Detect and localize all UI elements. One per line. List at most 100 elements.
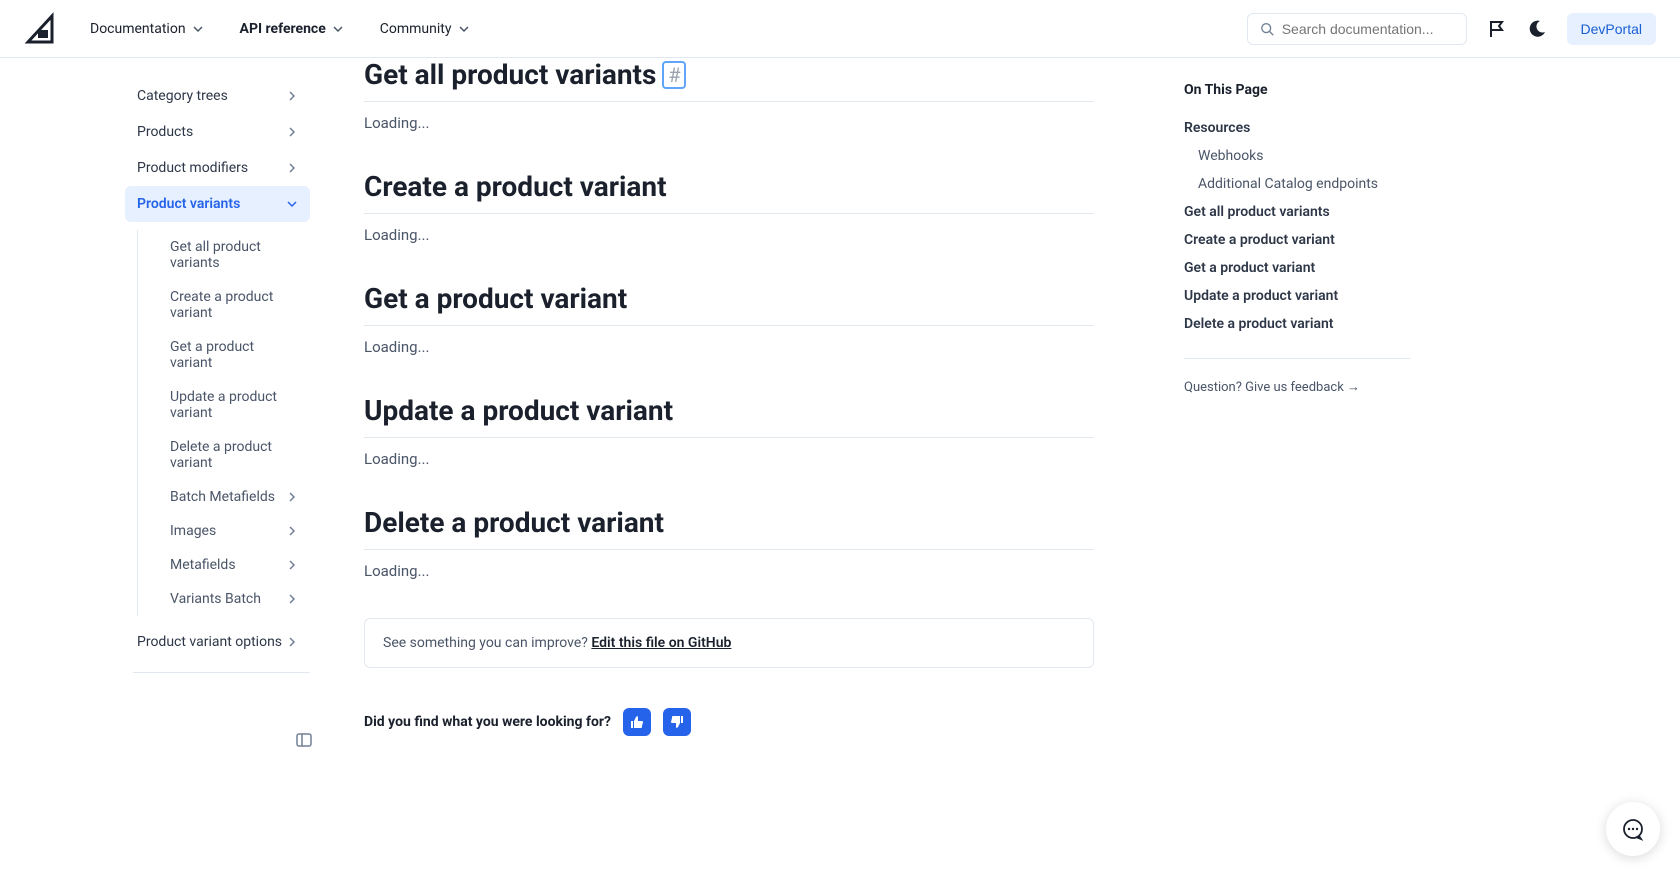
collapse-sidebar-button[interactable]: [296, 732, 312, 752]
chat-icon: [1621, 817, 1645, 841]
main-content: Get all product variants # Loading... Cr…: [324, 58, 1134, 766]
section-heading: Update a product variant: [364, 394, 1094, 438]
toc-item-delete[interactable]: Delete a product variant: [1184, 310, 1410, 338]
section-title: Update a product variant: [364, 394, 673, 427]
sidebar-subitem-metafields[interactable]: Metafields: [158, 548, 310, 582]
nav-documentation-label: Documentation: [90, 21, 186, 37]
sidebar-item-product-variants[interactable]: Product variants: [125, 186, 310, 222]
thumbs-down-button[interactable]: [663, 708, 691, 736]
toc-item-resources[interactable]: Resources: [1184, 114, 1410, 142]
toc-item-additional-endpoints[interactable]: Additional Catalog endpoints: [1184, 170, 1410, 198]
section-get-all: Get all product variants # Loading...: [364, 58, 1094, 132]
toc-item-webhooks[interactable]: Webhooks: [1184, 142, 1410, 170]
sidebar-subitem-label: Get a product variant: [170, 339, 298, 371]
sidebar-subitem-update[interactable]: Update a product variant: [158, 380, 310, 430]
chevron-down-icon: [192, 23, 204, 35]
sidebar-item-variant-options[interactable]: Product variant options: [125, 624, 310, 660]
anchor-link[interactable]: #: [662, 61, 686, 89]
sidebar-item-products[interactable]: Products: [125, 114, 310, 150]
sidebar-subitem-label: Create a product variant: [170, 289, 298, 321]
chevron-right-icon: [286, 636, 298, 648]
flag-icon: [1487, 19, 1507, 39]
sidebar-item-product-modifiers[interactable]: Product modifiers: [125, 150, 310, 186]
sidebar-item-label: Products: [137, 124, 193, 140]
toc-item-get[interactable]: Get a product variant: [1184, 254, 1410, 282]
chevron-right-icon: [286, 525, 298, 537]
panel-collapse-icon: [296, 732, 312, 748]
section-delete: Delete a product variant Loading...: [364, 506, 1094, 580]
chevron-right-icon: [286, 162, 298, 174]
section-title: Get a product variant: [364, 282, 627, 315]
chat-bubble-button[interactable]: [1606, 802, 1660, 856]
nav-community-label: Community: [380, 21, 452, 37]
sidebar-subitem-batch-metafields[interactable]: Batch Metafields: [158, 480, 310, 514]
toc-divider: [1184, 358, 1410, 359]
feedback-row: Did you find what you were looking for?: [364, 708, 1094, 766]
sidebar-subitem-label: Update a product variant: [170, 389, 298, 421]
edit-prompt-text: See something you can improve?: [383, 635, 591, 651]
logo-icon: [24, 12, 58, 46]
sidebar-subitem-create[interactable]: Create a product variant: [158, 280, 310, 330]
feedback-question: Did you find what you were looking for?: [364, 714, 611, 730]
edit-github-link[interactable]: Edit this file on GitHub: [591, 635, 731, 651]
section-heading: Get a product variant: [364, 282, 1094, 326]
sidebar-subitem-label: Metafields: [170, 557, 236, 573]
sidebar-subitem-get[interactable]: Get a product variant: [158, 330, 310, 380]
theme-toggle[interactable]: [1527, 19, 1547, 39]
nav-api-reference[interactable]: API reference: [240, 21, 344, 37]
thumbs-up-icon: [630, 715, 644, 729]
section-get: Get a product variant Loading...: [364, 282, 1094, 356]
sidebar-divider: [133, 672, 310, 673]
section-title: Get all product variants: [364, 58, 656, 91]
toc-title: On This Page: [1184, 82, 1410, 98]
chevron-down-icon: [458, 23, 470, 35]
search-box[interactable]: [1247, 13, 1467, 45]
chevron-down-icon: [286, 198, 298, 210]
section-heading: Create a product variant: [364, 170, 1094, 214]
search-input[interactable]: [1282, 21, 1454, 37]
sidebar-subitem-get-all[interactable]: Get all product variants: [158, 230, 310, 280]
section-title: Delete a product variant: [364, 506, 664, 539]
sidebar-subitem-variants-batch[interactable]: Variants Batch: [158, 582, 310, 616]
toc-item-create[interactable]: Create a product variant: [1184, 226, 1410, 254]
sidebar-subitem-images[interactable]: Images: [158, 514, 310, 548]
sidebar-subitem-label: Batch Metafields: [170, 489, 275, 505]
sidebar-subitem-label: Get all product variants: [170, 239, 298, 271]
sidebar-subitem-label: Variants Batch: [170, 591, 261, 607]
toc-item-get-all[interactable]: Get all product variants: [1184, 198, 1410, 226]
thumbs-down-icon: [670, 715, 684, 729]
nav-documentation[interactable]: Documentation: [90, 21, 204, 37]
section-create: Create a product variant Loading...: [364, 170, 1094, 244]
thumbs-up-button[interactable]: [623, 708, 651, 736]
loading-text: Loading...: [364, 450, 1094, 468]
chevron-right-icon: [286, 593, 298, 605]
logo[interactable]: [24, 12, 58, 46]
nav-api-reference-label: API reference: [240, 21, 326, 37]
feedback-link[interactable]: Question? Give us feedback →: [1184, 379, 1410, 395]
section-heading: Delete a product variant: [364, 506, 1094, 550]
sidebar-item-label: Product modifiers: [137, 160, 248, 176]
app-header: Documentation API reference Community De…: [0, 0, 1680, 58]
sidebar-submenu: Get all product variants Create a produc…: [137, 230, 310, 616]
edit-banner: See something you can improve? Edit this…: [364, 618, 1094, 668]
toc-panel: On This Page Resources Webhooks Addition…: [1134, 58, 1434, 766]
toc-item-update[interactable]: Update a product variant: [1184, 282, 1410, 310]
sidebar-item-category-trees[interactable]: Category trees: [125, 78, 310, 114]
nav-community[interactable]: Community: [380, 21, 470, 37]
section-update: Update a product variant Loading...: [364, 394, 1094, 468]
layout: Category trees Products Product modifier…: [0, 58, 1680, 766]
sidebar-subitem-label: Delete a product variant: [170, 439, 298, 471]
loading-text: Loading...: [364, 562, 1094, 580]
sidebar-item-label: Product variant options: [137, 634, 282, 650]
header-right: DevPortal: [1247, 13, 1656, 45]
sidebar-subitem-label: Images: [170, 523, 216, 539]
flag-button[interactable]: [1487, 19, 1507, 39]
chevron-right-icon: [286, 559, 298, 571]
sidebar-subitem-delete[interactable]: Delete a product variant: [158, 430, 310, 480]
sidebar-item-label: Category trees: [137, 88, 228, 104]
devportal-button[interactable]: DevPortal: [1567, 13, 1656, 45]
loading-text: Loading...: [364, 114, 1094, 132]
chevron-right-icon: [286, 90, 298, 102]
section-heading: Get all product variants #: [364, 58, 1094, 102]
loading-text: Loading...: [364, 338, 1094, 356]
